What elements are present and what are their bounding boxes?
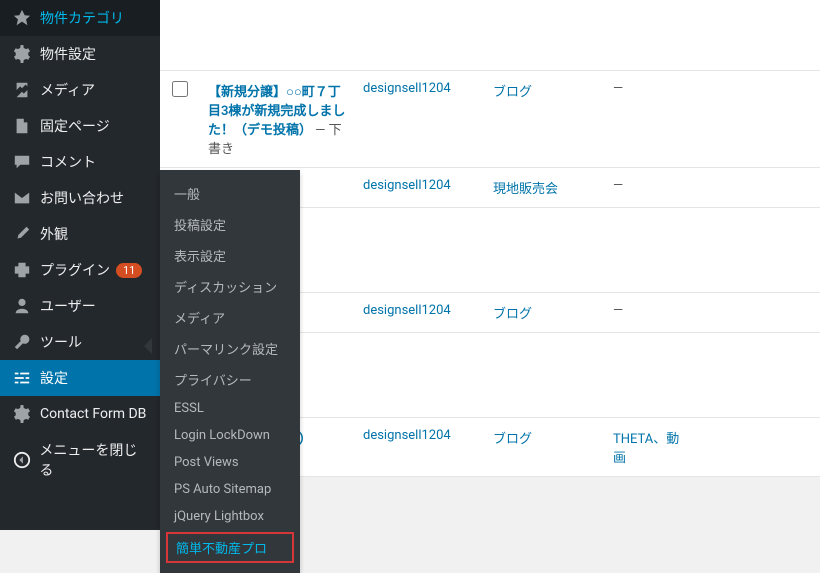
settings-submenu: 一般 投稿設定 表示設定 ディスカッション メディア パーマリンク設定 プライバ… [160,170,300,573]
submenu-post-views[interactable]: Post Views [160,449,300,476]
mail-icon [12,188,32,208]
comment-icon [12,152,32,172]
dash: — [613,81,623,96]
sidebar-label: 固定ページ [40,116,110,136]
sidebar-label: ツール [40,332,82,352]
sidebar-item-collapse[interactable]: メニューを閉じる [0,432,160,488]
sidebar-item-contact[interactable]: お問い合わせ [0,180,160,216]
sidebar-item-media[interactable]: メディア [0,72,160,108]
submenu-login-lockdown[interactable]: Login LockDown [160,422,300,449]
author-link[interactable]: designsell1204 [363,178,451,193]
category-link[interactable]: ブログ [493,85,532,100]
dash: — [613,303,623,318]
sidebar-item-plugins[interactable]: プラグイン 11 [0,252,160,288]
submenu-arrow [144,338,152,354]
sidebar-item-tools[interactable]: ツール [0,324,160,360]
author-link[interactable]: designsell1204 [363,428,451,443]
page-icon [12,116,32,136]
sidebar-label: 外観 [40,224,68,244]
sidebar-label: ユーザー [40,296,96,316]
sidebar-label: Contact Form DB [40,406,146,422]
submenu-jquery-lightbox[interactable]: jQuery Lightbox [160,503,300,530]
submenu-discussion[interactable]: ディスカッション [160,271,300,302]
submenu-reading[interactable]: 表示設定 [160,240,300,271]
submenu-essl[interactable]: ESSL [160,395,300,422]
category-link[interactable]: ブログ [493,307,532,322]
settings-icon [12,368,32,388]
submenu-general[interactable]: 一般 [160,178,300,209]
sidebar-label: 物件カテゴリ [40,8,124,28]
collapse-icon [12,450,31,470]
tools-icon [12,332,32,352]
brush-icon [12,224,32,244]
gear-icon [12,44,32,64]
sidebar-item-settings[interactable]: 設定 [0,360,160,396]
author-link[interactable]: designsell1204 [363,81,451,96]
sidebar-label: 物件設定 [40,44,96,64]
category-icon [12,8,32,28]
sidebar-item-pages[interactable]: 固定ページ [0,108,160,144]
submenu-writing[interactable]: 投稿設定 [160,209,300,240]
author-link[interactable]: designsell1204 [363,303,451,318]
media-icon [12,80,32,100]
submenu-permalink[interactable]: パーマリンク設定 [160,333,300,364]
dash: — [613,178,623,193]
category-link[interactable]: 現地販売会 [493,182,558,197]
admin-sidebar: 物件カテゴリ 物件設定 メディア 固定ページ コメント お問い合わせ 外観 プラ… [0,0,160,530]
sidebar-item-property-category[interactable]: 物件カテゴリ [0,0,160,36]
sidebar-item-comments[interactable]: コメント [0,144,160,180]
row-checkbox[interactable] [172,81,188,97]
sidebar-label: プラグイン [40,260,110,280]
sidebar-label: 設定 [40,368,68,388]
submenu-privacy[interactable]: プライバシー [160,364,300,395]
sidebar-label: メニューを閉じる [39,440,148,480]
submenu-highlight-box: 簡単不動産プロ [166,532,294,563]
table-row: 【新規分譲】○○町７丁目3棟が新規完成しました！（デモ投稿） — 下書き des… [160,70,820,167]
sidebar-item-users[interactable]: ユーザー [0,288,160,324]
plugin-icon [12,260,32,280]
sidebar-item-contact-form-db[interactable]: Contact Form DB [0,396,160,432]
table-row [160,0,820,70]
category-link[interactable]: ブログ [493,432,532,447]
sidebar-item-appearance[interactable]: 外観 [0,216,160,252]
sidebar-label: コメント [40,152,96,172]
submenu-media[interactable]: メディア [160,302,300,333]
user-icon [12,296,32,316]
plugin-update-badge: 11 [116,263,142,278]
sidebar-label: お問い合わせ [40,188,124,208]
tags[interactable]: THETA、動画 [613,432,679,466]
submenu-kantan-fudosan-pro[interactable]: 簡単不動産プロ [176,538,284,557]
sidebar-label: メディア [40,80,95,100]
submenu-ps-auto-sitemap[interactable]: PS Auto Sitemap [160,476,300,503]
gear-icon [12,404,32,424]
sidebar-item-property-settings[interactable]: 物件設定 [0,36,160,72]
